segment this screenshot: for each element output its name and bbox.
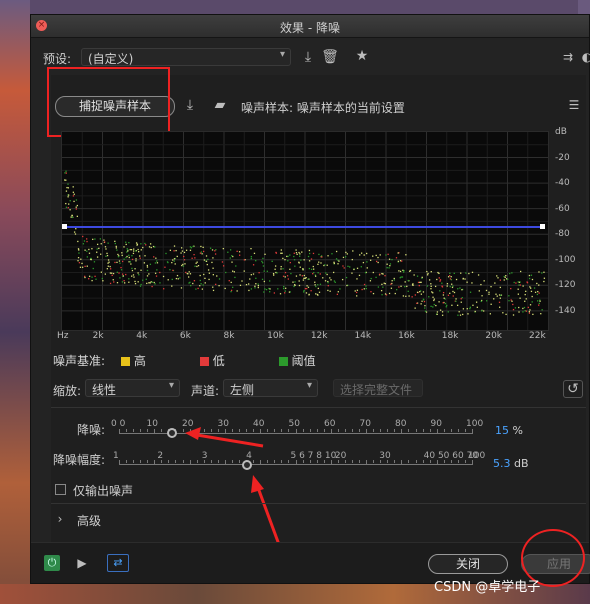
play-icon[interactable]: ▶ bbox=[74, 555, 90, 571]
power-toggle-icon[interactable]: ⏻ bbox=[44, 555, 60, 571]
annotation-arrowhead-2 bbox=[251, 475, 264, 493]
desktop-background-left bbox=[0, 0, 30, 604]
arrow-annotations bbox=[185, 427, 283, 551]
annotation-arrowhead-1 bbox=[185, 427, 201, 440]
watermark: CSDN @卓学电子 bbox=[434, 580, 541, 595]
divider-2 bbox=[51, 503, 586, 504]
advanced-label[interactable]: 高级 bbox=[77, 512, 101, 529]
output-noise-only-label: 仅输出噪声 bbox=[73, 484, 134, 498]
noise-reduction-window: × 效果 - 降噪 预设: (自定义) ▾ ⤓ 🗑 ★ ⇉ ◐ 捕捉噪声样本 ⤓… bbox=[30, 14, 590, 587]
output-noise-only-checkbox[interactable] bbox=[55, 484, 66, 495]
loop-icon[interactable]: ⇄ bbox=[107, 554, 129, 572]
annotation-arrow-1 bbox=[190, 432, 264, 448]
chevron-right-icon[interactable]: › bbox=[53, 511, 67, 527]
close-button[interactable]: 关闭 bbox=[428, 554, 508, 574]
annotation-arrow-2 bbox=[255, 484, 283, 551]
